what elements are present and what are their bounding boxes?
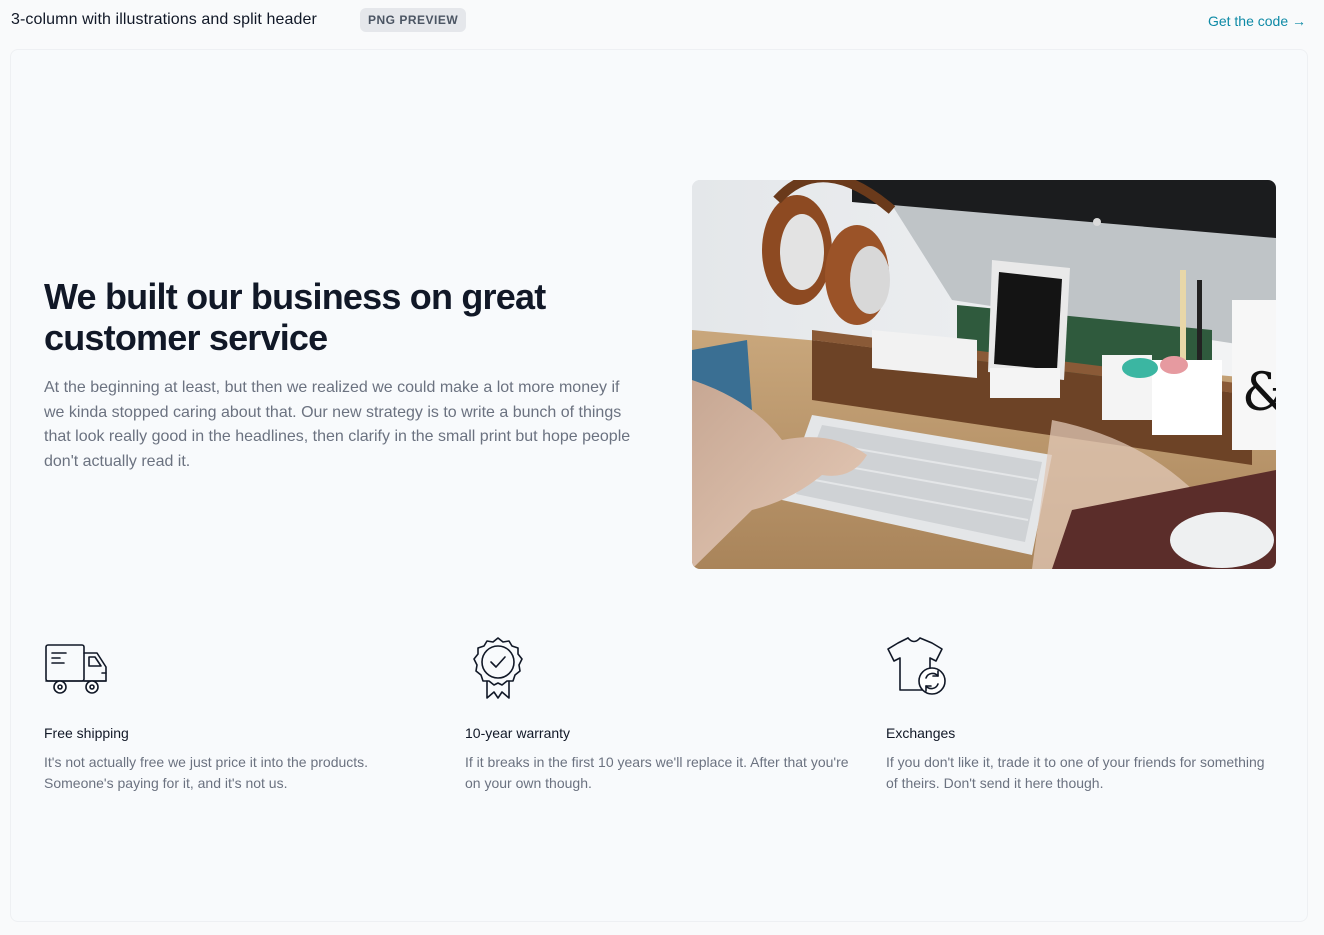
png-preview-badge: PNG PREVIEW [360, 8, 467, 32]
component-title: 3-column with illustrations and split he… [11, 11, 317, 28]
award-badge-icon [465, 635, 531, 701]
hero-heading: We built our business on great customer … [44, 276, 546, 358]
delivery-truck-icon [44, 635, 110, 701]
feature-description: If it breaks in the first 10 years we'll… [465, 754, 849, 791]
hero-description: At the beginning at least, but then we r… [44, 379, 631, 470]
shirt-exchange-icon [886, 635, 952, 701]
preview-frame: We built our business on great customer … [10, 49, 1308, 922]
hero-image: & [692, 180, 1276, 569]
get-the-code-link[interactable]: Get the code → [1208, 13, 1306, 29]
feature-description: It's not actually free we just price it … [44, 754, 369, 791]
feature-name: 10-year warranty [465, 725, 571, 741]
feature-name: Exchanges [886, 725, 956, 741]
desk-workspace-photo: & [692, 180, 1276, 569]
preview-header: 3-column with illustrations and split he… [0, 0, 1324, 44]
svg-text:&: & [1242, 363, 1276, 423]
feature-description: If you don't like it, trade it to one of… [886, 754, 1265, 791]
feature-name: Free shipping [44, 725, 129, 741]
